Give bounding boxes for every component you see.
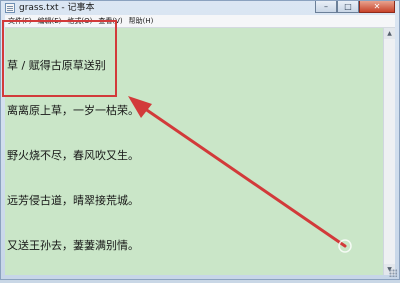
red-arrow-icon (128, 96, 352, 253)
